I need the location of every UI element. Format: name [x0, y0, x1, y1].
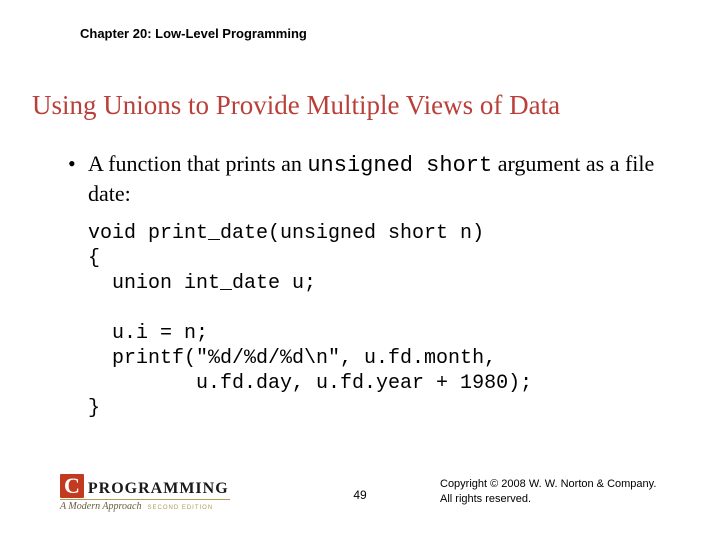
chapter-label: Chapter 20: Low-Level Programming	[80, 26, 307, 41]
logo-c-mark: C	[60, 474, 84, 498]
slide: Chapter 20: Low-Level Programming Using …	[0, 0, 720, 540]
bullet-dot: •	[68, 150, 88, 178]
logo-edition: SECOND EDITION	[147, 505, 213, 511]
logo-programming: PROGRAMMING	[88, 480, 229, 498]
slide-body: •A function that prints an unsigned shor…	[60, 150, 660, 421]
bullet-item: •A function that prints an unsigned shor…	[60, 150, 660, 207]
book-logo: C PROGRAMMING A Modern Approach SECOND E…	[60, 474, 260, 512]
copyright-line-2: All rights reserved.	[440, 492, 660, 506]
bullet-text-pre: A function that prints an	[88, 151, 307, 176]
logo-top-row: C PROGRAMMING	[60, 474, 260, 498]
copyright: Copyright © 2008 W. W. Norton & Company.…	[440, 477, 660, 506]
copyright-line-1: Copyright © 2008 W. W. Norton & Company.	[440, 477, 660, 491]
page-number: 49	[353, 488, 366, 502]
footer: C PROGRAMMING A Modern Approach SECOND E…	[0, 462, 720, 512]
logo-subtitle: A Modern Approach	[60, 501, 141, 512]
code-block: void print_date(unsigned short n) { unio…	[60, 221, 660, 421]
bullet-code: unsigned short	[307, 153, 492, 178]
slide-title: Using Unions to Provide Multiple Views o…	[32, 90, 688, 121]
